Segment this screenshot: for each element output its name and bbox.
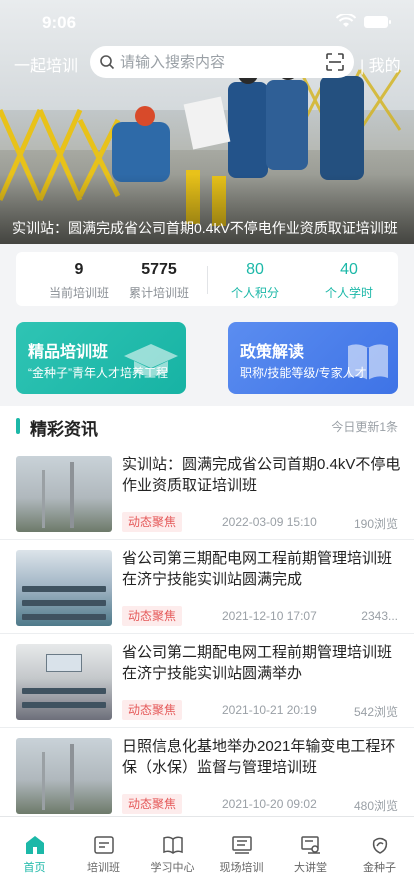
tab-classes[interactable]: 培训班 xyxy=(69,835,138,875)
tab-label: 培训班 xyxy=(87,862,120,874)
search-bar[interactable] xyxy=(90,46,354,78)
thumb-desk-row xyxy=(22,702,106,708)
stat-value: 9 xyxy=(74,261,84,278)
news-title: 实训站：圆满完成省公司首期0.4kV不停电作业资质取证培训班 xyxy=(122,456,401,494)
stat-value: 5775 xyxy=(141,261,177,278)
stat-personal-hours[interactable]: 40 个人学时 xyxy=(304,260,394,301)
status-bar: 9:06 xyxy=(0,0,414,44)
news-date: 2021-10-21 20:19 xyxy=(222,703,317,717)
card-subtitle: “金种子”青年人才培养工程 xyxy=(28,366,168,380)
battery-icon xyxy=(364,16,391,28)
card-title: 政策解读 xyxy=(240,344,305,361)
stat-label: 累计培训班 xyxy=(128,286,189,300)
tab-label: 大讲堂 xyxy=(294,862,327,874)
news-thumbnail xyxy=(16,456,112,532)
news-title: 省公司第三期配电网工程前期管理培训班在济宁技能实训站圆满完成 xyxy=(122,550,393,588)
news-thumbnail xyxy=(16,644,112,720)
card-subtitle: 职称/技能等级/专家人才 xyxy=(240,366,367,380)
lecture-icon xyxy=(300,836,320,854)
tab-label: 学习中心 xyxy=(150,862,195,874)
tab-label: 现场培训 xyxy=(219,862,264,874)
news-views: 542浏览 xyxy=(353,705,398,719)
bottom-tab-bar: 首页 培训班 学习中心 现场培训 大讲堂 金种子 xyxy=(0,816,414,896)
thumb-desk-row xyxy=(22,688,106,694)
news-section-title: 精彩资讯 xyxy=(30,420,98,439)
stat-current-classes[interactable]: 9 当前培训班 xyxy=(34,260,124,301)
news-section: 精彩资讯 今日更新1条 实训站：圆满完成省公司首期0.4kV不停电作业资质取证培… xyxy=(0,406,414,816)
news-header: 精彩资讯 今日更新1条 xyxy=(0,406,414,446)
thumb-desk-row xyxy=(22,614,106,620)
book-icon xyxy=(162,836,183,854)
news-date: 2022-03-09 15:10 xyxy=(222,515,317,529)
class-icon xyxy=(93,836,114,854)
news-title: 日照信息化基地举办2021年输变电工程环保（水保）监督与管理培训班 xyxy=(122,738,396,776)
policy-card[interactable]: 政策解读 职称/技能等级/专家人才 xyxy=(228,322,398,394)
mine-link[interactable]: | 我的 xyxy=(360,52,401,76)
tab-home[interactable]: 首页 xyxy=(0,835,69,875)
onsite-icon xyxy=(231,836,252,854)
thumb-desk-row xyxy=(22,586,106,592)
news-item[interactable]: 日照信息化基地举办2021年输变电工程环保（水保）监督与管理培训班 动态聚焦 2… xyxy=(0,728,414,816)
tab-label: 金种子 xyxy=(363,862,396,874)
news-thumbnail xyxy=(16,550,112,626)
search-icon xyxy=(100,55,115,70)
scan-icon[interactable] xyxy=(326,53,344,71)
news-tag: 动态聚焦 xyxy=(122,794,183,814)
stat-personal-points[interactable]: 80 个人积分 xyxy=(210,260,300,301)
thumb-pole xyxy=(70,744,74,810)
search-input[interactable] xyxy=(120,46,310,78)
tab-lecture-hall[interactable]: 大讲堂 xyxy=(276,835,345,875)
news-update-note: 今日更新1条 xyxy=(331,420,398,434)
thumb-screen xyxy=(46,654,82,672)
tab-label: 首页 xyxy=(23,862,46,874)
stat-label: 个人学时 xyxy=(324,286,373,300)
stat-label: 当前培训班 xyxy=(48,286,109,300)
stat-total-classes[interactable]: 5775 累计培训班 xyxy=(114,260,204,301)
thumb-pole xyxy=(70,462,74,528)
tab-learning-center[interactable]: 学习中心 xyxy=(138,835,207,875)
news-views: 190浏览 xyxy=(353,517,398,531)
news-title: 省公司第二期配电网工程前期管理培训班在济宁技能实训站圆满举办 xyxy=(122,644,393,682)
news-views: 2343... xyxy=(361,609,398,623)
section-accent-bar xyxy=(16,418,20,434)
news-date: 2021-12-10 17:07 xyxy=(222,609,317,623)
news-thumbnail xyxy=(16,738,112,814)
thumb-pole xyxy=(42,752,45,810)
app-brand: 一起培训 xyxy=(14,58,79,75)
stats-divider xyxy=(207,266,208,294)
tab-onsite-training[interactable]: 现场培训 xyxy=(207,835,276,875)
news-tag: 动态聚焦 xyxy=(122,700,183,720)
news-item[interactable]: 实训站：圆满完成省公司首期0.4kV不停电作业资质取证培训班 动态聚焦 2022… xyxy=(0,446,414,540)
news-views: 480浏览 xyxy=(353,799,398,813)
stat-value: 40 xyxy=(340,261,358,278)
stat-label: 个人积分 xyxy=(230,286,279,300)
home-icon xyxy=(25,836,44,854)
news-date: 2021-10-20 09:02 xyxy=(222,797,317,811)
stats-panel: 9 当前培训班 5775 累计培训班 80 个人积分 40 个人学时 xyxy=(16,252,398,306)
news-item[interactable]: 省公司第二期配电网工程前期管理培训班在济宁技能实训站圆满举办 动态聚焦 2021… xyxy=(0,634,414,728)
banner-caption: 实训站：圆满完成省公司首期0.4kV不停电作业资质取证培训班 xyxy=(12,220,398,236)
thumb-desk-row xyxy=(22,600,106,606)
wifi-icon xyxy=(336,14,356,27)
premium-class-card[interactable]: 精品培训班 “金种子”青年人才培养工程 xyxy=(16,322,186,394)
thumb-pole xyxy=(42,470,45,528)
news-tag: 动态聚焦 xyxy=(122,512,183,532)
status-time: 9:06 xyxy=(42,13,77,32)
news-item[interactable]: 省公司第三期配电网工程前期管理培训班在济宁技能实训站圆满完成 动态聚焦 2021… xyxy=(0,540,414,634)
stat-value: 80 xyxy=(246,261,264,278)
seed-icon xyxy=(372,837,387,854)
top-bar: 一起培训 | 我的 xyxy=(0,46,414,80)
card-title: 精品培训班 xyxy=(28,344,109,361)
news-tag: 动态聚焦 xyxy=(122,606,183,626)
tab-golden-seed[interactable]: 金种子 xyxy=(345,835,414,875)
